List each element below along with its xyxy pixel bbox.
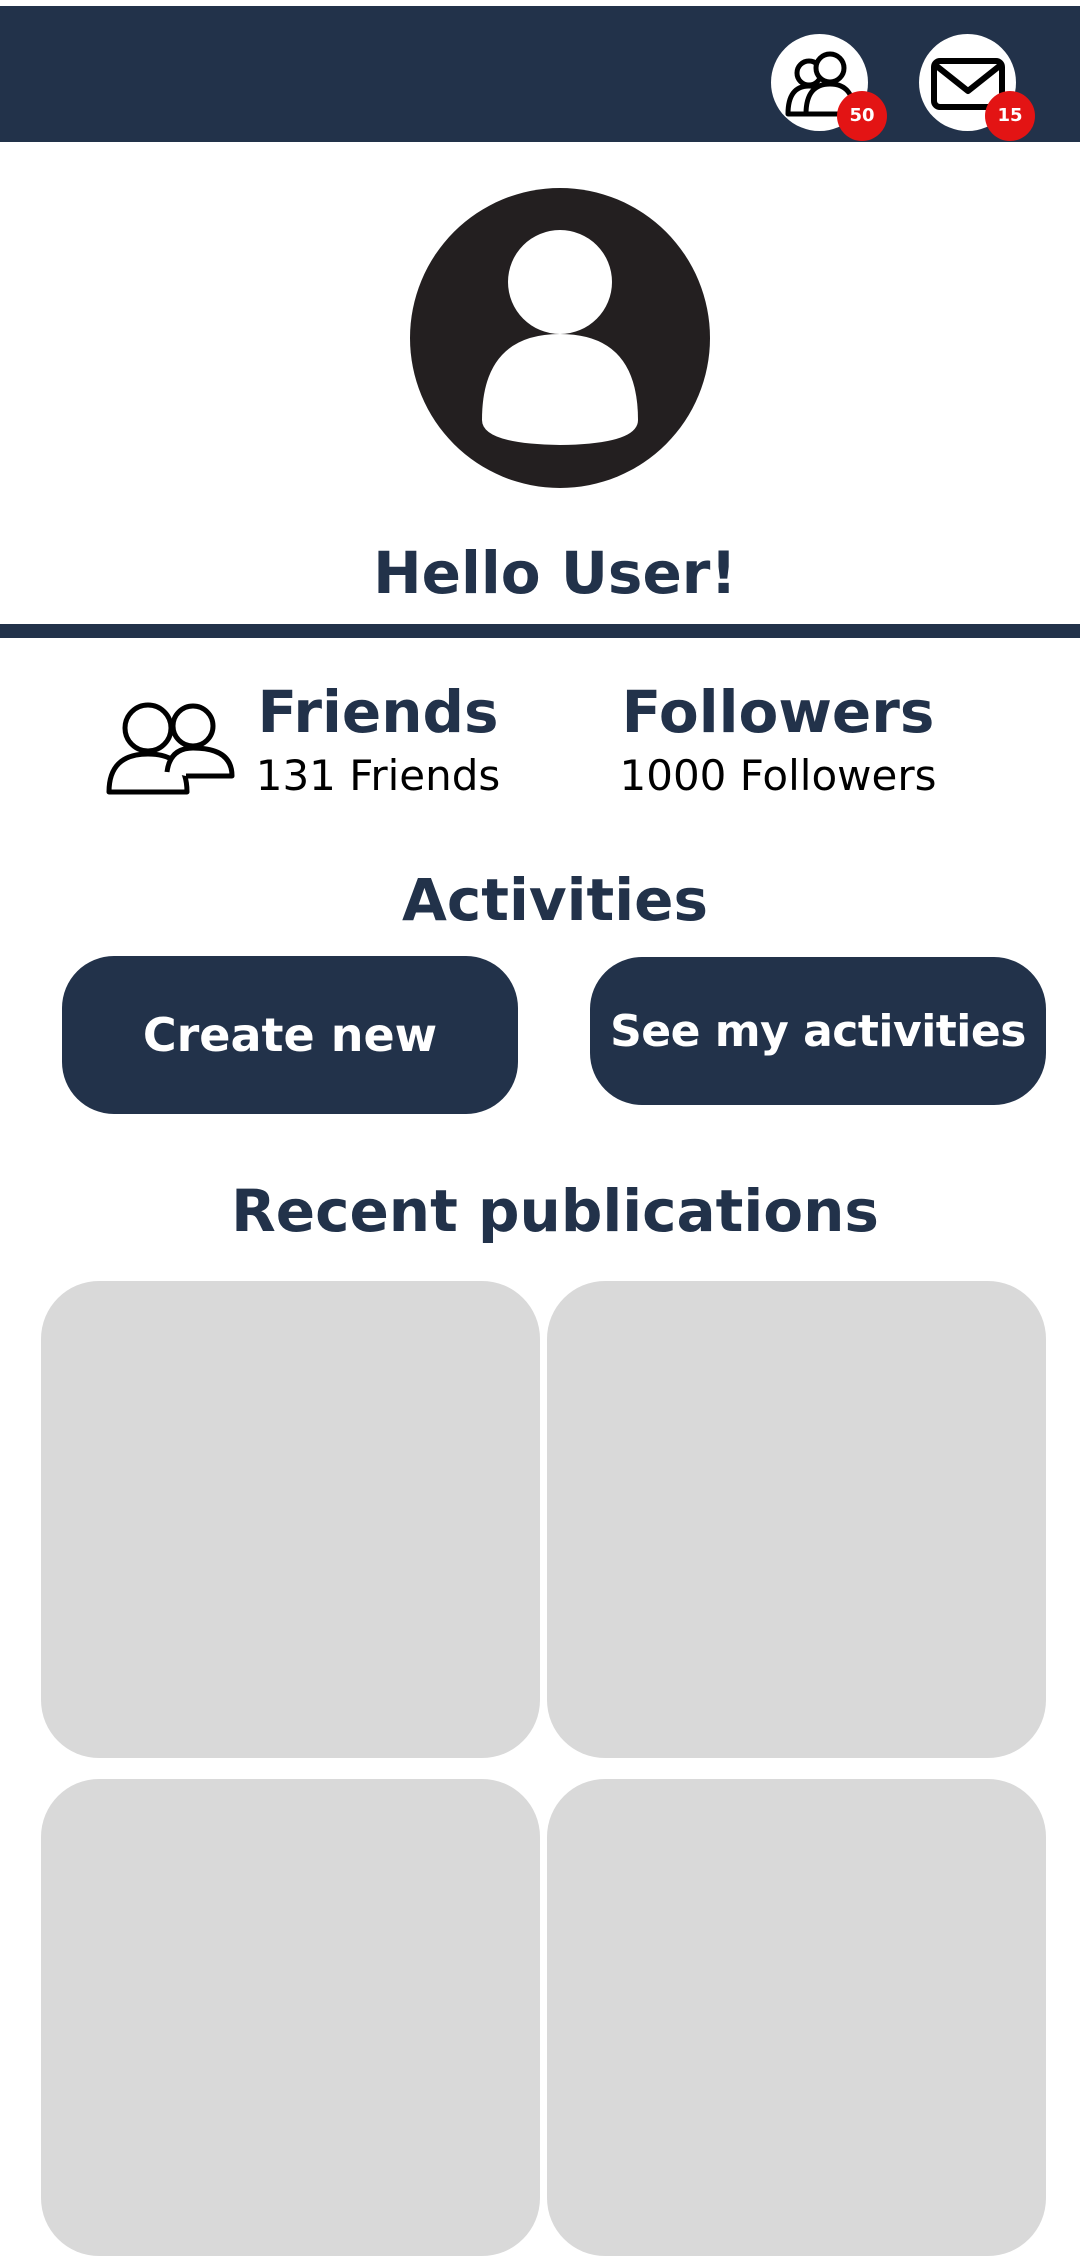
friends-title[interactable]: Friends — [168, 674, 588, 750]
user-avatar-icon — [482, 230, 638, 445]
see-activities-button[interactable]: See my activities — [590, 957, 1046, 1105]
messages-button[interactable]: 15 — [919, 34, 1035, 141]
followers-count: 1000 Followers — [619, 751, 937, 800]
greeting-heading: Hello User! — [373, 539, 737, 607]
create-activity-button[interactable]: Create new — [62, 956, 518, 1114]
top-bar: 50 15 — [0, 6, 1080, 142]
publication-card[interactable] — [547, 1281, 1046, 1758]
friends-count: 131 Friends — [255, 751, 501, 800]
publication-card[interactable] — [41, 1281, 540, 1758]
activities-heading: Activities — [401, 866, 709, 934]
recent-publications-heading: Recent publications — [231, 1177, 879, 1245]
section-divider — [0, 624, 1080, 638]
publication-card[interactable] — [41, 1779, 540, 2256]
publication-card[interactable] — [547, 1779, 1046, 2256]
friends-requests-button[interactable]: 50 — [771, 34, 887, 141]
followers-title[interactable]: Followers — [568, 674, 988, 750]
messages-badge: 15 — [985, 91, 1035, 141]
friends-badge: 50 — [837, 91, 887, 141]
avatar[interactable] — [410, 188, 710, 488]
